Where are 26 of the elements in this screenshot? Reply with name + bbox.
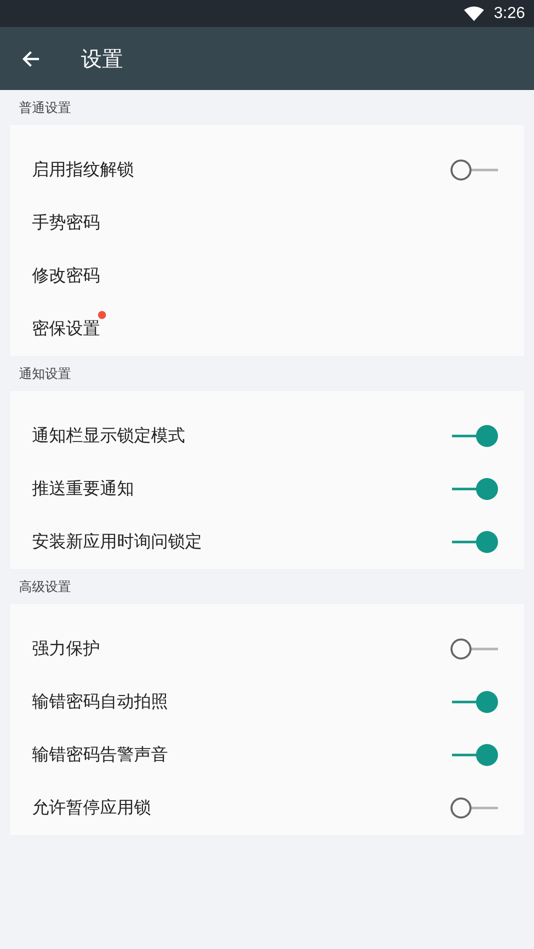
setting-label[interactable]: 输错密码自动拍照 [32,692,168,712]
setting-label[interactable]: 强力保护 [32,639,100,659]
toggle-switch[interactable] [450,690,500,714]
back-arrow-icon[interactable] [21,48,41,68]
setting-label[interactable]: 允许暂停应用锁 [32,798,151,818]
section-header: 普通设置 [19,100,71,116]
setting-label[interactable]: 通知栏显示锁定模式 [32,426,185,446]
toggle-switch[interactable] [450,796,500,820]
setting-label[interactable]: 安装新应用时询问锁定 [32,532,202,552]
wifi-icon [464,6,484,22]
section-header: 通知设置 [19,366,71,382]
toggle-switch[interactable] [450,636,500,660]
setting-label[interactable]: 启用指纹解锁 [32,160,134,180]
toggle-switch[interactable] [450,530,500,554]
toggle-switch[interactable] [450,158,500,182]
toggle-switch[interactable] [450,742,500,766]
status-time: 3:26 [494,4,525,22]
setting-label[interactable]: 推送重要通知 [32,479,134,499]
toggle-switch[interactable] [450,424,500,448]
setting-label[interactable]: 输错密码告警声音 [32,745,168,765]
setting-label[interactable]: 修改密码 [32,266,100,286]
section-header: 高级设置 [19,578,71,596]
toggle-switch[interactable] [450,476,500,500]
setting-label[interactable]: 手势密码 [32,213,100,233]
screen-title: 设置 [81,46,123,72]
setting-label[interactable]: 密保设置 [32,319,100,339]
